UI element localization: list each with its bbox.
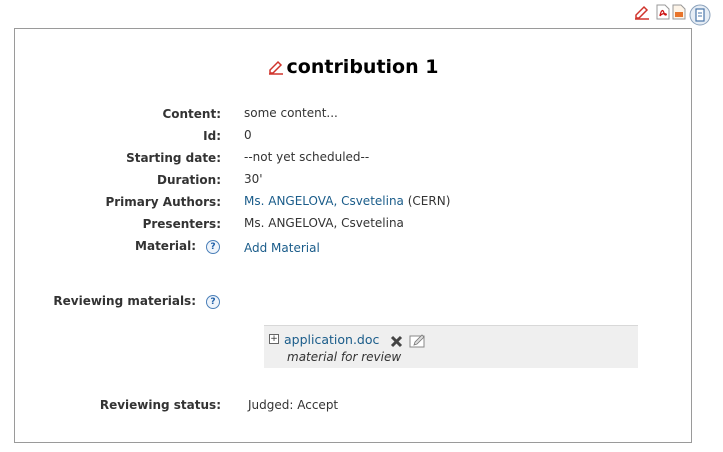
export-icon[interactable] [672, 4, 686, 23]
primary-authors-label: Primary Authors: [105, 195, 221, 209]
add-material-link[interactable]: Add Material [244, 241, 320, 255]
duration-label: Duration: [157, 173, 221, 187]
duration-value: 30' [244, 172, 263, 186]
primary-authors-value: Ms. ANGELOVA, Csvetelina (CERN) [244, 194, 450, 208]
page-title: contribution 1 [15, 56, 691, 78]
starting-date-value: --not yet scheduled-- [244, 150, 370, 164]
presenters-label: Presenters: [142, 217, 221, 231]
expand-icon[interactable]: + [269, 334, 279, 344]
content-label: Content: [162, 107, 221, 121]
primary-author-affiliation: (CERN) [407, 194, 451, 208]
title-text: contribution 1 [286, 56, 439, 78]
edit-title-icon[interactable] [268, 59, 284, 75]
print-icon[interactable] [689, 4, 711, 29]
delete-icon[interactable] [390, 335, 403, 351]
pdf-icon[interactable] [656, 4, 670, 23]
id-label: Id: [203, 129, 221, 143]
reviewing-materials-label: Reviewing materials: [53, 294, 196, 308]
reviewing-status-value: Judged: Accept [248, 398, 339, 412]
material-help-icon[interactable]: ? [206, 240, 220, 254]
content-value: some content... [244, 106, 338, 120]
edit-material-icon[interactable] [409, 334, 426, 352]
material-label: Material: [135, 239, 196, 253]
id-value: 0 [244, 128, 252, 142]
material-description: material for review [287, 350, 402, 364]
primary-author-link[interactable]: Ms. ANGELOVA, Csvetelina [244, 194, 404, 208]
reviewing-material-box: + application.doc material for review [264, 325, 638, 368]
starting-date-label: Starting date: [126, 151, 221, 165]
presenters-value: Ms. ANGELOVA, Csvetelina [244, 216, 404, 230]
edit-icon[interactable] [634, 4, 650, 23]
reviewing-status-label: Reviewing status: [99, 398, 221, 412]
reviewing-help-icon[interactable]: ? [206, 295, 220, 309]
material-file-link[interactable]: application.doc [284, 332, 379, 347]
contribution-panel: contribution 1 Content: some content... … [14, 28, 692, 443]
